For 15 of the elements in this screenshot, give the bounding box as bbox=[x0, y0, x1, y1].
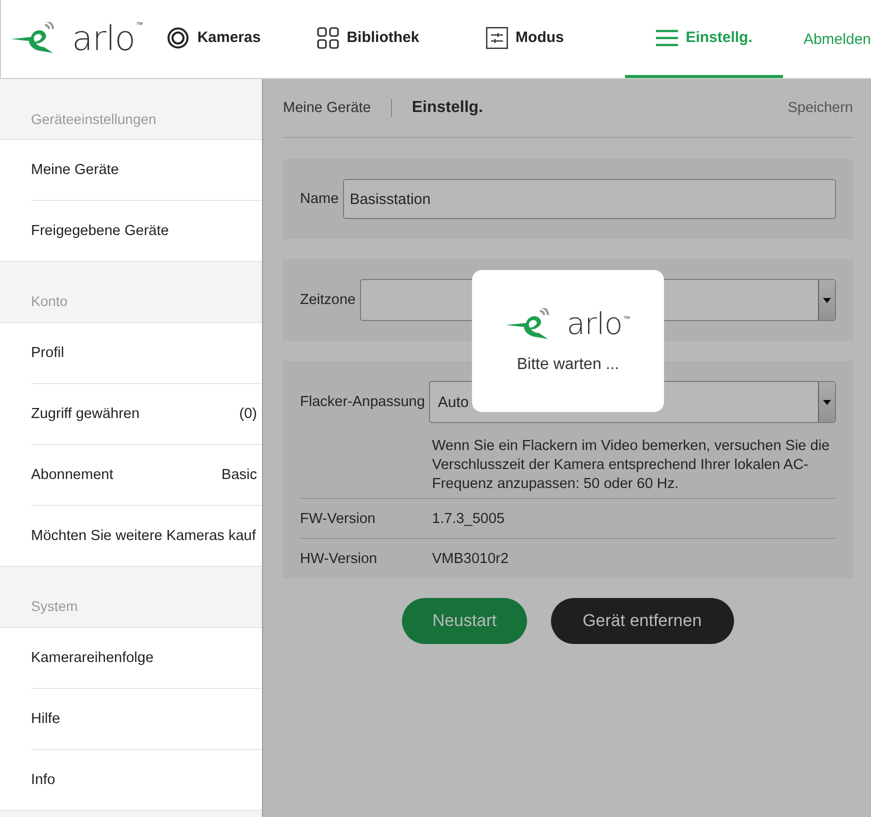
page-title: Einstellg. bbox=[412, 99, 484, 117]
section-heading: Konto bbox=[0, 262, 262, 323]
field-label: FW-Version bbox=[300, 510, 376, 526]
field-label: Name bbox=[300, 191, 339, 207]
arlo-logo: arlo$^{™}$ bbox=[11, 0, 148, 78]
field-value: VMB3010r2 bbox=[432, 550, 509, 566]
field-label: HW-Version bbox=[300, 550, 378, 566]
field-label: Zeitzone bbox=[300, 292, 356, 308]
field-value: 1.7.3_5005 bbox=[432, 510, 505, 526]
field-label: Flacker-Anpassung bbox=[300, 394, 425, 410]
section-heading: System bbox=[0, 567, 262, 628]
section-heading: Geräteeinstellungen bbox=[0, 79, 262, 140]
arlo-logo: arlo$^{™}$ bbox=[506, 308, 630, 342]
loading-message: Bitte warten ... bbox=[516, 356, 620, 374]
help-text: Wenn Sie ein Flackern im Video bemerken, versuchen Sie die Verschlusszeit der Kamera entsprechend Ihrer lokalen AC-Frequenz anzupassen: 50 oder 60 Hz. bbox=[432, 437, 831, 494]
